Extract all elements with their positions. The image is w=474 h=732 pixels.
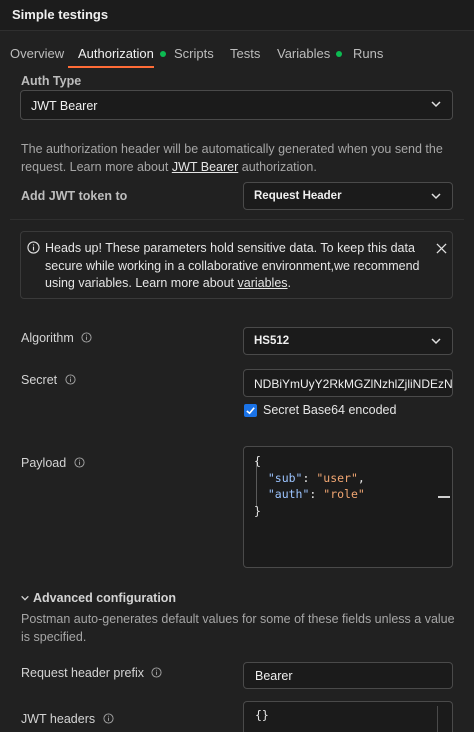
- algorithm-label-text: Algorithm: [21, 331, 74, 345]
- json-brace: }: [254, 503, 261, 518]
- algorithm-label: Algorithm: [21, 331, 92, 345]
- request-header-prefix-label: Request header prefix: [21, 666, 163, 680]
- editor-scrollbar: [437, 706, 438, 732]
- request-header-prefix-value: Bearer: [255, 669, 293, 683]
- secret-value: NDBiYmUyY2RkMGZlNzhlZjliNDEzNmU4: [254, 377, 453, 391]
- payload-line-4: }: [254, 503, 365, 520]
- collection-title: Simple testings: [12, 7, 109, 22]
- auth-description-suffix: authorization.: [238, 160, 317, 174]
- payload-code: { "sub": "user", "auth": "role" }: [254, 453, 365, 519]
- add-token-to-value: Request Header: [254, 190, 342, 202]
- jwt-headers-label: JWT headers: [21, 712, 114, 726]
- payload-editor[interactable]: { "sub": "user", "auth": "role" }: [243, 446, 453, 568]
- callout-message: Heads up! These parameters hold sensitiv…: [45, 240, 431, 293]
- check-icon: [246, 407, 255, 415]
- json-value: "role": [323, 487, 365, 501]
- info-icon[interactable]: [81, 332, 92, 343]
- tab-variables-label: Variables: [277, 46, 331, 61]
- payload-label: Payload: [21, 456, 85, 470]
- info-icon: [27, 241, 40, 254]
- auth-type-value: JWT Bearer: [31, 99, 98, 113]
- jwt-headers-value: {}: [255, 708, 269, 722]
- payload-label-text: Payload: [21, 456, 67, 470]
- add-token-to-label: Add JWT token to: [21, 189, 128, 203]
- auth-type-label: Auth Type: [21, 74, 82, 88]
- auth-description: The authorization header will be automat…: [21, 140, 461, 176]
- chevron-down-icon: [431, 338, 441, 345]
- authorization-status-dot: [159, 50, 166, 57]
- chevron-down-icon: [431, 193, 441, 200]
- auth-description-learn-prefix: Learn more about: [69, 160, 172, 174]
- request-header-prefix-label-text: Request header prefix: [21, 666, 144, 680]
- info-icon[interactable]: [74, 457, 85, 468]
- json-key: "sub": [267, 470, 303, 485]
- editor-scrollbar[interactable]: [438, 451, 450, 563]
- info-icon[interactable]: [103, 713, 114, 724]
- json-value: "user": [316, 470, 358, 485]
- variables-status-dot: [336, 50, 343, 57]
- secret-base64-checkbox[interactable]: [244, 404, 257, 417]
- callout-suffix: .: [287, 276, 292, 290]
- jwt-headers-label-text: JWT headers: [21, 712, 96, 726]
- section-divider: [10, 219, 464, 220]
- callout-learn-prefix: Learn more about: [135, 276, 238, 290]
- algorithm-value: HS512: [254, 335, 290, 347]
- secret-base64-label: Secret Base64 encoded: [263, 403, 397, 417]
- json-key: "auth": [267, 487, 310, 501]
- tab-authorization[interactable]: Authorization: [78, 46, 166, 61]
- close-icon[interactable]: [436, 243, 447, 254]
- tab-scripts[interactable]: Scripts: [174, 46, 214, 61]
- payload-line-3: "auth": "role": [254, 486, 365, 503]
- scrollbar-thumb[interactable]: [438, 496, 450, 498]
- chevron-down-icon: [21, 595, 29, 601]
- tab-tests[interactable]: Tests: [230, 46, 260, 61]
- json-brace: {: [254, 454, 261, 468]
- active-tab-indicator: [68, 66, 154, 68]
- json-comma: ,: [357, 470, 365, 485]
- auth-type-select[interactable]: JWT Bearer: [20, 90, 453, 120]
- advanced-config-toggle[interactable]: Advanced configuration: [20, 591, 176, 605]
- tab-authorization-label: Authorization: [78, 46, 154, 61]
- tab-overview[interactable]: Overview: [10, 46, 64, 61]
- variables-docs-link[interactable]: variables: [238, 276, 288, 290]
- payload-line-1: {: [254, 453, 365, 470]
- advanced-config-title: Advanced configuration: [33, 591, 177, 605]
- tab-runs[interactable]: Runs: [353, 46, 383, 61]
- json-sep: :: [309, 487, 324, 501]
- info-icon[interactable]: [65, 374, 76, 385]
- tab-variables[interactable]: Variables: [277, 46, 343, 61]
- secret-label-text: Secret: [21, 373, 58, 387]
- chevron-down-icon: [431, 101, 441, 108]
- sensitive-data-callout: Heads up! These parameters hold sensitiv…: [20, 231, 453, 299]
- payload-line-2: "sub": "user",: [254, 470, 365, 487]
- jwt-bearer-docs-link[interactable]: JWT Bearer: [172, 160, 238, 174]
- add-token-to-select[interactable]: Request Header: [243, 182, 453, 210]
- request-header-prefix-input[interactable]: Bearer: [243, 662, 453, 689]
- advanced-config-description: Postman auto-generates default values fo…: [21, 612, 455, 644]
- secret-label: Secret: [21, 373, 76, 387]
- info-icon[interactable]: [151, 667, 163, 678]
- algorithm-select[interactable]: HS512: [243, 327, 453, 355]
- secret-input[interactable]: NDBiYmUyY2RkMGZlNzhlZjliNDEzNmU4: [243, 369, 453, 397]
- json-sep: :: [302, 470, 317, 485]
- jwt-headers-editor[interactable]: {}: [243, 701, 453, 732]
- tab-bar: Overview Authorization Scripts Tests Var…: [0, 38, 474, 68]
- header-divider: [0, 30, 474, 31]
